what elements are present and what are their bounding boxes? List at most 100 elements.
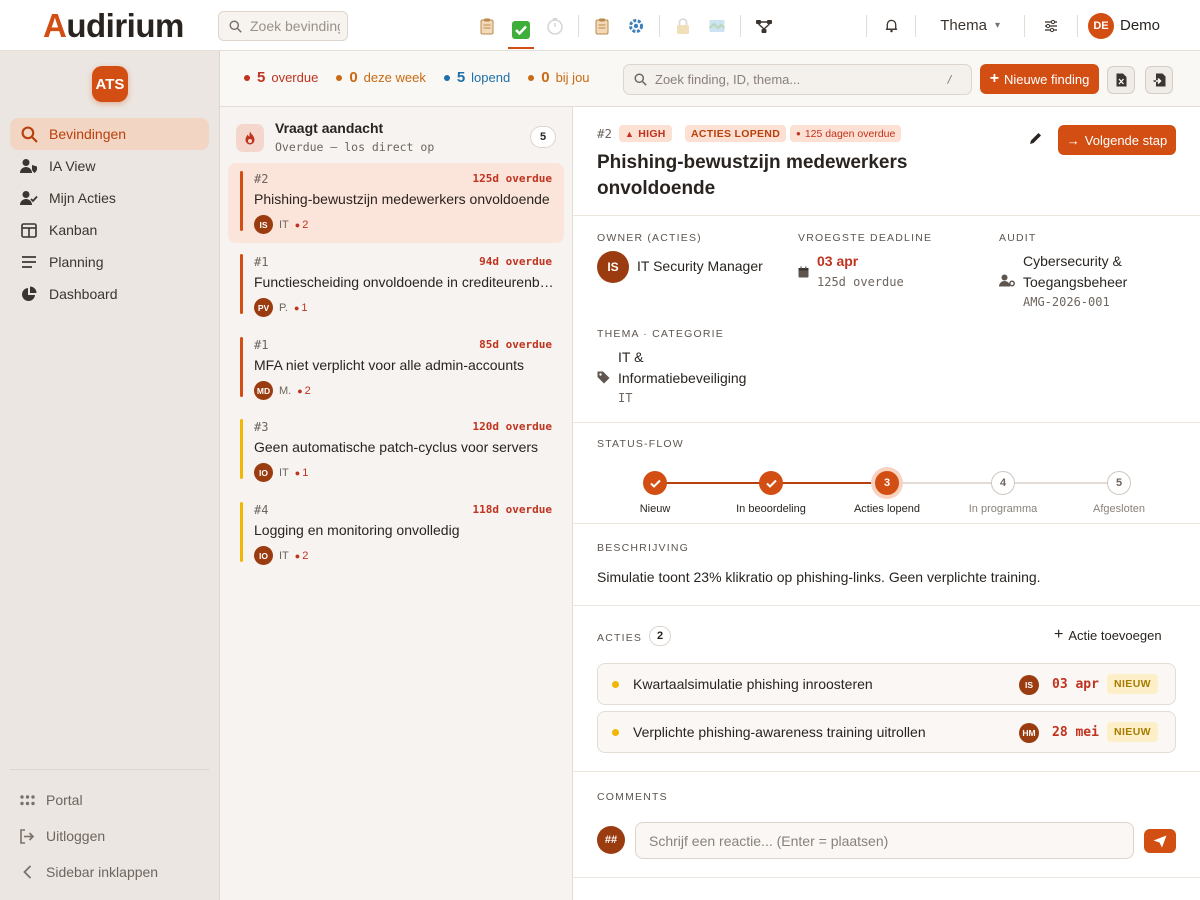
gear-icon[interactable] — [623, 13, 649, 39]
comments-label: COMMENTS — [597, 791, 668, 803]
user-shield-icon — [20, 157, 38, 175]
findings-list: Vraagt aandacht Overdue — los direct op … — [220, 107, 573, 900]
overdue-label: 85d overdue — [479, 338, 552, 351]
warning-icon: ▲ — [625, 128, 635, 139]
sidebar-item-planning[interactable]: Planning — [10, 246, 209, 278]
thema-code: IT — [618, 391, 633, 405]
sidebar-item-label: Mijn Acties — [49, 190, 116, 206]
sliders-icon[interactable] — [1031, 19, 1071, 33]
fire-icon: ● — [293, 302, 300, 313]
finding-card[interactable]: #3 120d overdue Geen automatische patch-… — [228, 411, 564, 491]
toolbar-divider — [1023, 14, 1025, 37]
comment-input[interactable] — [635, 822, 1134, 859]
finding-id: #2 — [254, 172, 269, 186]
finding-card[interactable]: #2 125d overdue Phishing-bewustzijn mede… — [228, 163, 564, 243]
sidebar-item-dashboard[interactable]: Dashboard — [10, 278, 209, 310]
finding-meta: PV P. ● 1 — [254, 298, 308, 317]
import-button[interactable] — [1145, 66, 1173, 94]
user-menu[interactable]: DE Demo — [1084, 12, 1200, 39]
stat-overdue[interactable]: 5 overdue — [244, 69, 318, 86]
actie-date: 28 mei — [1052, 725, 1099, 740]
sidebar-collapse-button[interactable]: Sidebar inklappen — [10, 854, 209, 890]
actie-row[interactable]: Verplichte phishing-awareness training u… — [597, 711, 1176, 753]
severity-badge: ▲ HIGH — [619, 125, 672, 142]
finding-id: #1 — [254, 255, 269, 269]
sidebar-item-mijn-acties[interactable]: Mijn Acties — [10, 182, 209, 214]
finding-card[interactable]: #1 94d overdue Functiescheiding onvoldoe… — [228, 246, 564, 326]
finding-id: #1 — [254, 338, 269, 352]
flow-step-5[interactable]: 5 — [1107, 471, 1131, 495]
flow-step-label: Nieuw — [639, 503, 671, 515]
deadline-value: 03 apr — [817, 253, 859, 269]
finding-search-input[interactable] — [655, 72, 925, 87]
finding-search[interactable]: / — [623, 64, 972, 95]
finding-meta: IO IT ● 1 — [254, 463, 308, 482]
sidebar-item-portal[interactable]: Portal — [10, 782, 209, 818]
priority-bar — [240, 254, 243, 314]
fire-icon: ● — [796, 129, 801, 138]
finding-title: Geen automatische patch-cyclus voor serv… — [254, 439, 539, 455]
actie-status-badge: NIEUW — [1107, 722, 1158, 742]
finding-id: #4 — [254, 503, 269, 517]
share-icon[interactable] — [751, 13, 777, 39]
priority-bar — [240, 171, 243, 231]
stat-deze-week[interactable]: 0 deze week — [336, 69, 426, 86]
comments-section: COMMENTS ## — [573, 772, 1200, 878]
chevron-left-icon — [18, 865, 36, 879]
top-bar: Audirium Zoek bevindingen Thema ▾ DE Dem… — [0, 0, 1200, 51]
sidebar-item-bevindingen[interactable]: Bevindingen — [10, 118, 209, 150]
user-avatar: DE — [1087, 12, 1114, 39]
owner-label: OWNER (ACTIES) — [597, 232, 702, 244]
finding-meta: MD M. ● 2 — [254, 381, 311, 400]
clipboard-icon[interactable] — [474, 13, 500, 39]
finding-card[interactable]: #1 85d overdue MFA niet verplicht voor a… — [228, 329, 564, 409]
global-search[interactable] — [218, 11, 348, 41]
finding-card[interactable]: #4 118d overdue Logging en monitoring on… — [228, 494, 564, 574]
stat-lopend[interactable]: 5 lopend — [443, 69, 510, 86]
thema-dropdown[interactable]: Thema ▾ — [922, 17, 1018, 34]
send-icon — [1153, 835, 1167, 847]
stat-bij-jou[interactable]: 0 bij jou — [528, 69, 590, 86]
sidebar-footer: Portal Uitloggen Sidebar inklappen — [10, 769, 209, 890]
check-icon — [649, 479, 661, 488]
bell-icon[interactable] — [873, 18, 909, 33]
sidebar-item-uitloggen[interactable]: Uitloggen — [10, 818, 209, 854]
thema-value: IT & Informatiebeveiliging — [618, 349, 747, 386]
finding-meta: IO IT ● 2 — [254, 546, 308, 565]
search-icon — [229, 19, 242, 33]
filter-bar: 5 overdue 0 deze week 5 lopend 0 bij jou… — [220, 51, 1200, 107]
actie-date: 03 apr — [1052, 677, 1099, 692]
flow-step-1[interactable] — [643, 471, 667, 495]
user-check-icon — [20, 189, 38, 207]
send-comment-button[interactable] — [1144, 829, 1176, 853]
status-dot — [612, 729, 619, 736]
sidebar-item-label: Portal — [46, 792, 83, 808]
actie-row[interactable]: Kwartaalsimulatie phishing inroosteren I… — [597, 663, 1176, 705]
toolbar-divider — [578, 15, 579, 37]
audit-value[interactable]: Cybersecurity & Toegangsbeheer — [1023, 251, 1173, 293]
lock-icon[interactable] — [670, 13, 696, 39]
flow-step-4[interactable]: 4 — [991, 471, 1015, 495]
next-step-button[interactable]: → Volgende stap — [1058, 125, 1176, 155]
export-excel-button[interactable] — [1107, 66, 1135, 94]
clipboard-icon[interactable] — [589, 13, 615, 39]
flow-step-2[interactable] — [759, 471, 783, 495]
add-actie-button[interactable]: + Actie toevoegen — [1054, 626, 1162, 644]
map-icon[interactable] — [704, 13, 730, 39]
detail-metadata: OWNER (ACTIES) IS IT Security Manager VR… — [573, 216, 1200, 423]
app-logo[interactable]: Audirium — [43, 7, 184, 45]
overdue-label: 125d overdue — [472, 172, 552, 185]
flow-step-3[interactable]: 3 — [875, 471, 899, 495]
timer-icon[interactable] — [542, 13, 568, 39]
new-finding-button[interactable]: + Nieuwe finding — [980, 64, 1099, 94]
sidebar-item-ia-view[interactable]: IA View — [10, 150, 209, 182]
edit-icon[interactable] — [1028, 131, 1043, 149]
global-search-input[interactable] — [250, 18, 340, 34]
sidebar-item-kanban[interactable]: Kanban — [10, 214, 209, 246]
workspace-badge[interactable]: ATS — [92, 66, 128, 102]
user-gear-icon — [999, 274, 1015, 290]
excel-file-icon — [1116, 73, 1126, 87]
plus-icon: + — [989, 70, 1000, 87]
thema-label: Thema — [940, 17, 987, 34]
check-icon[interactable] — [508, 13, 534, 49]
